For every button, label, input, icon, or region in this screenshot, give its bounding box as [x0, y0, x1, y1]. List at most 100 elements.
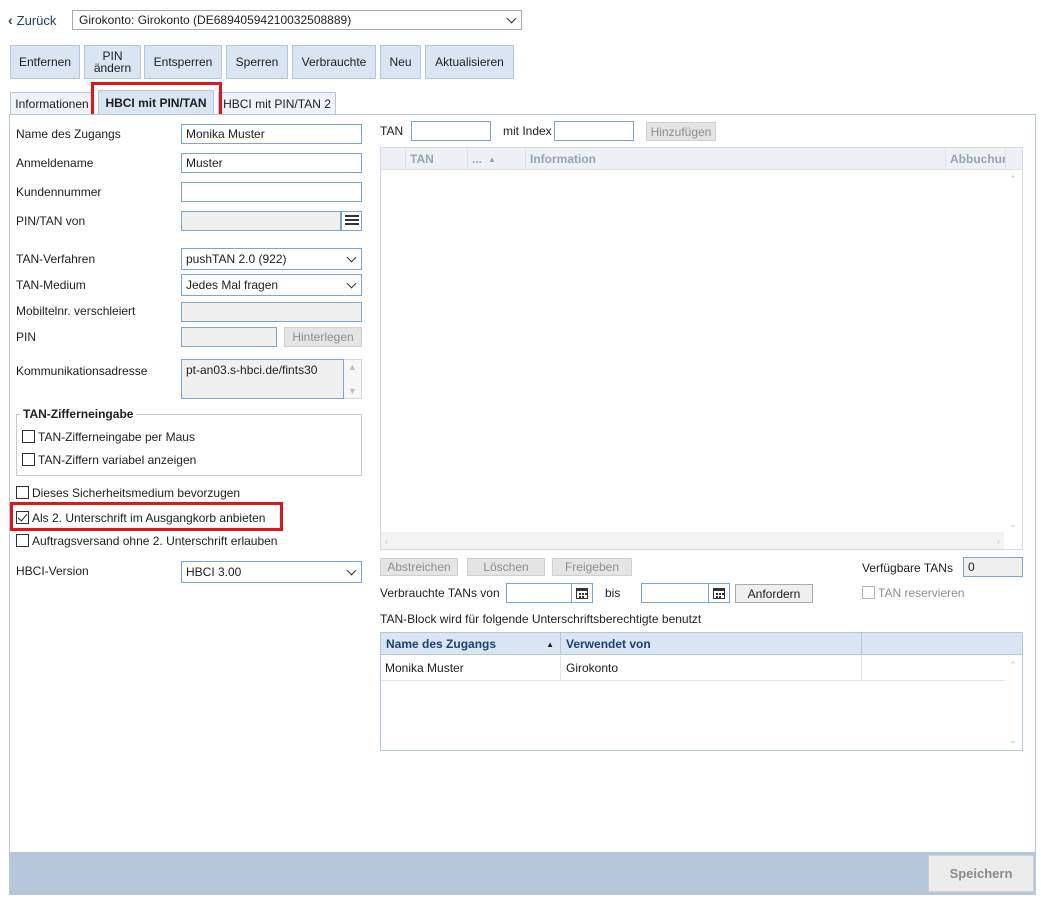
pintan-from-picker[interactable] [341, 211, 362, 231]
account-select-value: Girokonto: Girokonto (DE6894059421003250… [79, 13, 352, 27]
order-without-second-label: Auftragsversand ohne 2. Unterschrift erl… [32, 534, 278, 548]
arrow-up-icon: ⌃ [1009, 660, 1017, 670]
hbci-version-label: HBCI-Version [16, 564, 89, 578]
save-button[interactable]: Speichern [928, 855, 1034, 892]
arrow-down-icon: ⌄ [1009, 735, 1017, 745]
pintan-from-input [181, 211, 341, 231]
users-col-used-by[interactable]: Verwendet von [561, 633, 862, 655]
access-name-input[interactable]: Monika Muster [181, 124, 362, 144]
grid-col-information[interactable]: Information [526, 148, 946, 170]
reserve-tan-checkbox [862, 586, 875, 599]
grid-col-index[interactable]: ... ▲ [468, 148, 526, 170]
login-input[interactable]: Muster [181, 153, 362, 173]
users-cell-used-by: Girokonto [561, 656, 862, 680]
chevron-down-icon [346, 278, 357, 289]
change-pin-button[interactable]: PIN ändern [84, 45, 141, 79]
used-from-calendar[interactable] [571, 583, 593, 603]
sort-asc-icon: ▲ [546, 639, 554, 649]
tan-medium-label: TAN-Medium [16, 278, 86, 292]
used-from-label: Verbrauchte TANs von [380, 586, 500, 600]
request-button[interactable]: Anfordern [735, 584, 813, 603]
users-col-name[interactable]: Name des Zugangs ▲ [381, 633, 561, 655]
users-col-empty [862, 633, 1022, 655]
tan-block-caption: TAN-Block wird für folgende Unterschrift… [380, 612, 702, 626]
tan-medium-value: Jedes Mal fragen [186, 278, 279, 292]
hbci-version-select[interactable]: HBCI 3.00 [181, 561, 362, 583]
index-input[interactable] [554, 121, 634, 141]
tan-medium-select[interactable]: Jedes Mal fragen [181, 274, 362, 296]
customer-no-input[interactable] [181, 182, 362, 202]
lock-button[interactable]: Sperren [226, 45, 288, 79]
prefer-medium-label: Dieses Sicherheitsmedium bevorzugen [32, 486, 241, 500]
tan-digit-mouse-label: TAN-Zifferneingabe per Maus [38, 430, 195, 444]
chevron-down-icon [506, 13, 517, 24]
release-tan-button[interactable]: Freigeben [552, 558, 632, 576]
account-select[interactable]: Girokonto: Girokonto (DE6894059421003250… [72, 10, 522, 30]
arrow-up-icon: ▲ [348, 362, 357, 372]
pin-label: PIN [16, 330, 37, 344]
back-link[interactable]: ‹ Zurück [8, 12, 56, 28]
cancel-tan-button[interactable]: Abstreichen [380, 558, 458, 576]
login-label: Anmeldename [16, 156, 94, 170]
users-grid-vscroll[interactable]: ⌃ ⌄ [1004, 656, 1022, 750]
remove-button[interactable]: Entfernen [10, 45, 80, 79]
delete-tan-button[interactable]: Löschen [467, 558, 545, 576]
users-grid-header: Name des Zugangs ▲ Verwendet von [381, 633, 1022, 655]
tan-input[interactable] [411, 121, 491, 141]
arrow-down-icon: ▼ [348, 386, 357, 396]
reserve-tan-label: TAN reservieren [878, 586, 965, 600]
highlight-box-checkbox [10, 502, 283, 531]
tab-hbci-pintan-2[interactable]: HBCI mit PIN/TAN 2 [218, 92, 336, 114]
order-without-second-checkbox[interactable] [16, 534, 29, 547]
chevron-down-icon [346, 565, 357, 576]
pintan-from-label: PIN/TAN von [16, 214, 86, 228]
pin-input [181, 327, 277, 347]
add-button[interactable]: Hinzufügen [646, 122, 716, 141]
tan-label: TAN [380, 124, 404, 138]
used-button[interactable]: Verbrauchte [292, 45, 376, 79]
new-button[interactable]: Neu [380, 45, 421, 79]
tan-digit-mouse-checkbox[interactable] [22, 430, 35, 443]
customer-no-label: Kundennummer [16, 185, 102, 199]
tan-grid-vscroll[interactable]: ⌃ ⌄ [1004, 170, 1022, 534]
tan-method-value: pushTAN 2.0 (922) [186, 252, 287, 266]
available-tans-label: Verfügbare TANs [862, 561, 953, 575]
chevron-down-icon [346, 252, 357, 263]
tab-informationen[interactable]: Informationen [10, 92, 94, 114]
mobile-label: Mobiltelnr. verschleiert [16, 304, 136, 318]
users-cell-name: Monika Muster [381, 656, 561, 680]
used-to-calendar[interactable] [708, 583, 730, 603]
arrow-up-icon: ⌃ [1009, 174, 1017, 184]
arrow-left-icon: ‹ [385, 535, 388, 546]
hbci-version-value: HBCI 3.00 [186, 565, 242, 579]
deposit-button[interactable]: Hinterlegen [284, 327, 362, 347]
prefer-medium-checkbox[interactable] [16, 486, 29, 499]
used-from-date[interactable] [506, 583, 572, 603]
arrow-right-icon: › [997, 535, 1000, 546]
calendar-icon [576, 587, 588, 599]
tan-digit-variable-label: TAN-Ziffern variabel anzeigen [38, 453, 197, 467]
comm-address-scrollbar[interactable]: ▲ ▼ [344, 359, 362, 399]
tan-method-select[interactable]: pushTAN 2.0 (922) [181, 248, 362, 270]
users-grid: Name des Zugangs ▲ Verwendet von Monika … [380, 632, 1023, 751]
grid-col-debit[interactable]: Abbuchun [946, 148, 1006, 170]
used-to-date[interactable] [641, 583, 709, 603]
chevron-left-icon: ‹ [8, 12, 13, 28]
mobile-input [181, 302, 362, 322]
grid-col-index-label: ... [472, 152, 483, 166]
tan-digit-variable-checkbox[interactable] [22, 453, 35, 466]
comm-address-textarea[interactable]: pt-an03.s-hbci.de/fints30 [181, 359, 344, 399]
list-icon [344, 215, 359, 227]
table-row[interactable]: Monika Muster Girokonto [381, 656, 1004, 681]
unlock-button[interactable]: Entsperren [144, 45, 222, 79]
tan-grid-hscroll[interactable]: ‹ › [381, 532, 1004, 549]
grid-col-marker [381, 148, 406, 170]
index-label: mit Index [503, 124, 552, 138]
footer-bar [9, 852, 1036, 895]
tan-method-label: TAN-Verfahren [16, 252, 96, 266]
sort-asc-icon: ▲ [488, 154, 496, 164]
back-label: Zurück [16, 12, 57, 28]
access-name-label: Name des Zugangs [16, 127, 121, 141]
refresh-button[interactable]: Aktualisieren [425, 45, 514, 79]
grid-col-tan[interactable]: TAN [406, 148, 468, 170]
